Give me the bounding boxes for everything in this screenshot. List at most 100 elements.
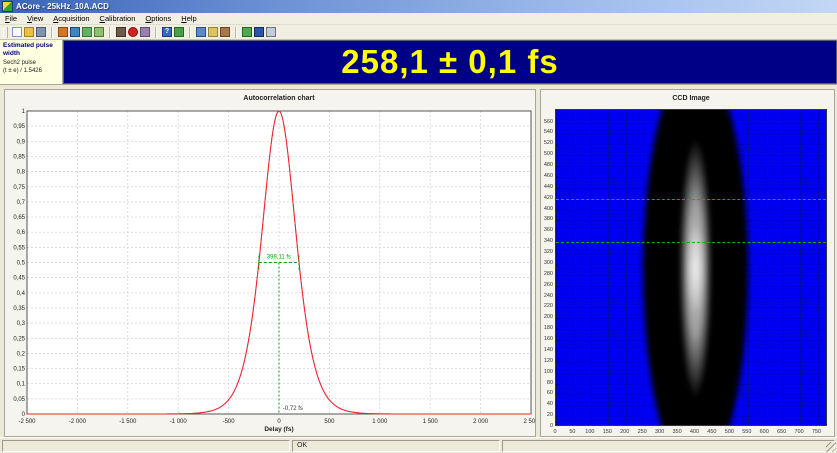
- ccd-gridline: [556, 110, 557, 425]
- help-icon[interactable]: ?: [162, 27, 172, 37]
- ccd-gridline: [765, 110, 766, 425]
- svg-text:0,4: 0,4: [17, 291, 26, 297]
- main-area: Autocorrelation chart -2 500-2 000-1 500…: [0, 85, 837, 442]
- svg-text:0,65: 0,65: [13, 215, 25, 221]
- refresh-page-icon[interactable]: [208, 27, 218, 37]
- menu-acquisition[interactable]: Acquisition: [48, 14, 94, 23]
- autocorrelation-plot[interactable]: -2 500-2 000-1 500-1 000-50005001 0001 5…: [5, 90, 535, 436]
- ccd-gridline: [818, 110, 819, 425]
- app-icon: [2, 1, 13, 12]
- status-panel-left: [2, 440, 290, 452]
- new-file-icon[interactable]: [12, 27, 22, 37]
- ccd-y-tick: 20: [541, 412, 553, 418]
- menu-view[interactable]: View: [22, 14, 48, 23]
- monitor-image-icon[interactable]: [70, 27, 80, 37]
- ccd-y-tick: 360: [541, 227, 553, 233]
- window-title: ACore - 25kHz_10A.ACD: [16, 2, 109, 11]
- ccd-y-tick: 400: [541, 206, 553, 212]
- export-data-icon[interactable]: [94, 27, 104, 37]
- svg-text:-500: -500: [223, 419, 236, 425]
- ccd-x-tick: 450: [703, 429, 721, 435]
- ccd-roi-marker[interactable]: [556, 199, 826, 200]
- ccd-x-tick: 350: [668, 429, 686, 435]
- camera-icon[interactable]: [116, 27, 126, 37]
- ccd-y-tick: 200: [541, 314, 553, 320]
- edit-pencil-icon[interactable]: [58, 27, 68, 37]
- snapshot-icon[interactable]: [140, 27, 150, 37]
- ccd-x-tick: 50: [563, 429, 581, 435]
- ccd-y-tick: 140: [541, 347, 553, 353]
- ccd-roi-marker[interactable]: [556, 242, 826, 243]
- ccd-gridline: [626, 110, 627, 425]
- svg-text:-1 500: -1 500: [119, 419, 137, 425]
- menu-bar: FileViewAcquisitionCalibrationOptionsHel…: [0, 13, 837, 25]
- svg-text:0: 0: [277, 419, 281, 425]
- ccd-y-tick: 440: [541, 184, 553, 190]
- ccd-y-tick: 220: [541, 303, 553, 309]
- svg-text:0,95: 0,95: [13, 124, 25, 130]
- menu-file[interactable]: File: [0, 14, 22, 23]
- ccd-image-panel: CCD Image 050100150200250300350400450500…: [540, 89, 835, 437]
- svg-text:398,11 fs: 398,11 fs: [267, 255, 291, 261]
- rotate-view-icon[interactable]: [196, 27, 206, 37]
- toolbar-separator: [51, 27, 53, 38]
- ccd-y-tick: 300: [541, 260, 553, 266]
- svg-text:-0,72 fs: -0,72 fs: [283, 406, 303, 412]
- stop-acquisition-icon[interactable]: [128, 27, 138, 37]
- svg-text:0: 0: [22, 412, 26, 418]
- ccd-image-title: CCD Image: [555, 95, 827, 102]
- pulse-shape-label: Sech2 pulse: [3, 60, 59, 66]
- ccd-y-tick: 80: [541, 380, 553, 386]
- ccd-y-tick: 540: [541, 129, 553, 135]
- ccd-y-tick: 40: [541, 401, 553, 407]
- svg-text:0,5: 0,5: [17, 261, 26, 267]
- acore-window: ACore - 25kHz_10A.ACD FileViewAcquisitio…: [0, 0, 837, 453]
- toolbar-separator: [235, 27, 237, 38]
- toolbar-separator: [189, 27, 191, 38]
- svg-text:0,9: 0,9: [17, 139, 26, 145]
- library-icon[interactable]: [220, 27, 230, 37]
- ccd-y-tick: 320: [541, 249, 553, 255]
- export-report-icon[interactable]: [82, 27, 92, 37]
- menu-calibration[interactable]: Calibration: [95, 14, 141, 23]
- cursor-mode-icon[interactable]: [242, 27, 252, 37]
- delay-axis-label: Delay (fs): [27, 426, 531, 433]
- ccd-x-tick: 300: [651, 429, 669, 435]
- ccd-x-tick: 400: [686, 429, 704, 435]
- svg-text:0,25: 0,25: [13, 336, 25, 342]
- menu-help[interactable]: Help: [176, 14, 201, 23]
- svg-text:-1 000: -1 000: [170, 419, 188, 425]
- ccd-x-tick: 700: [790, 429, 808, 435]
- ccd-beam-hotspot: [682, 208, 709, 329]
- ccd-y-tick: 520: [541, 140, 553, 146]
- status-panel-ok: OK: [292, 440, 500, 452]
- svg-text:0,3: 0,3: [17, 321, 26, 327]
- ccd-y-tick: 60: [541, 390, 553, 396]
- save-icon[interactable]: [36, 27, 46, 37]
- title-bar[interactable]: ACore - 25kHz_10A.ACD: [0, 0, 837, 13]
- toolbar-grip[interactable]: [3, 27, 8, 38]
- ccd-y-tick: 560: [541, 119, 553, 125]
- ccd-y-tick: 480: [541, 162, 553, 168]
- paste-icon[interactable]: [266, 27, 276, 37]
- ccd-image-plot[interactable]: [555, 109, 827, 426]
- svg-text:1: 1: [22, 109, 26, 115]
- ccd-y-tick: 0: [541, 423, 553, 429]
- ccd-y-tick: 240: [541, 293, 553, 299]
- ccd-gridline: [800, 110, 801, 425]
- ccd-gridline: [748, 110, 749, 425]
- open-folder-icon[interactable]: [24, 27, 34, 37]
- autocorrelation-chart-panel: Autocorrelation chart -2 500-2 000-1 500…: [4, 89, 536, 437]
- svg-text:1 500: 1 500: [423, 419, 439, 425]
- resize-grip[interactable]: [826, 442, 836, 452]
- svg-text:2 500: 2 500: [523, 419, 535, 425]
- svg-text:0,15: 0,15: [13, 367, 25, 373]
- menu-options[interactable]: Options: [140, 14, 176, 23]
- statistics-icon[interactable]: [174, 27, 184, 37]
- ccd-y-tick: 180: [541, 325, 553, 331]
- copy-icon[interactable]: [254, 27, 264, 37]
- svg-text:0,6: 0,6: [17, 230, 26, 236]
- svg-text:0,75: 0,75: [13, 185, 25, 191]
- toolbar-separator: [155, 27, 157, 38]
- toolbar: ?: [0, 25, 837, 40]
